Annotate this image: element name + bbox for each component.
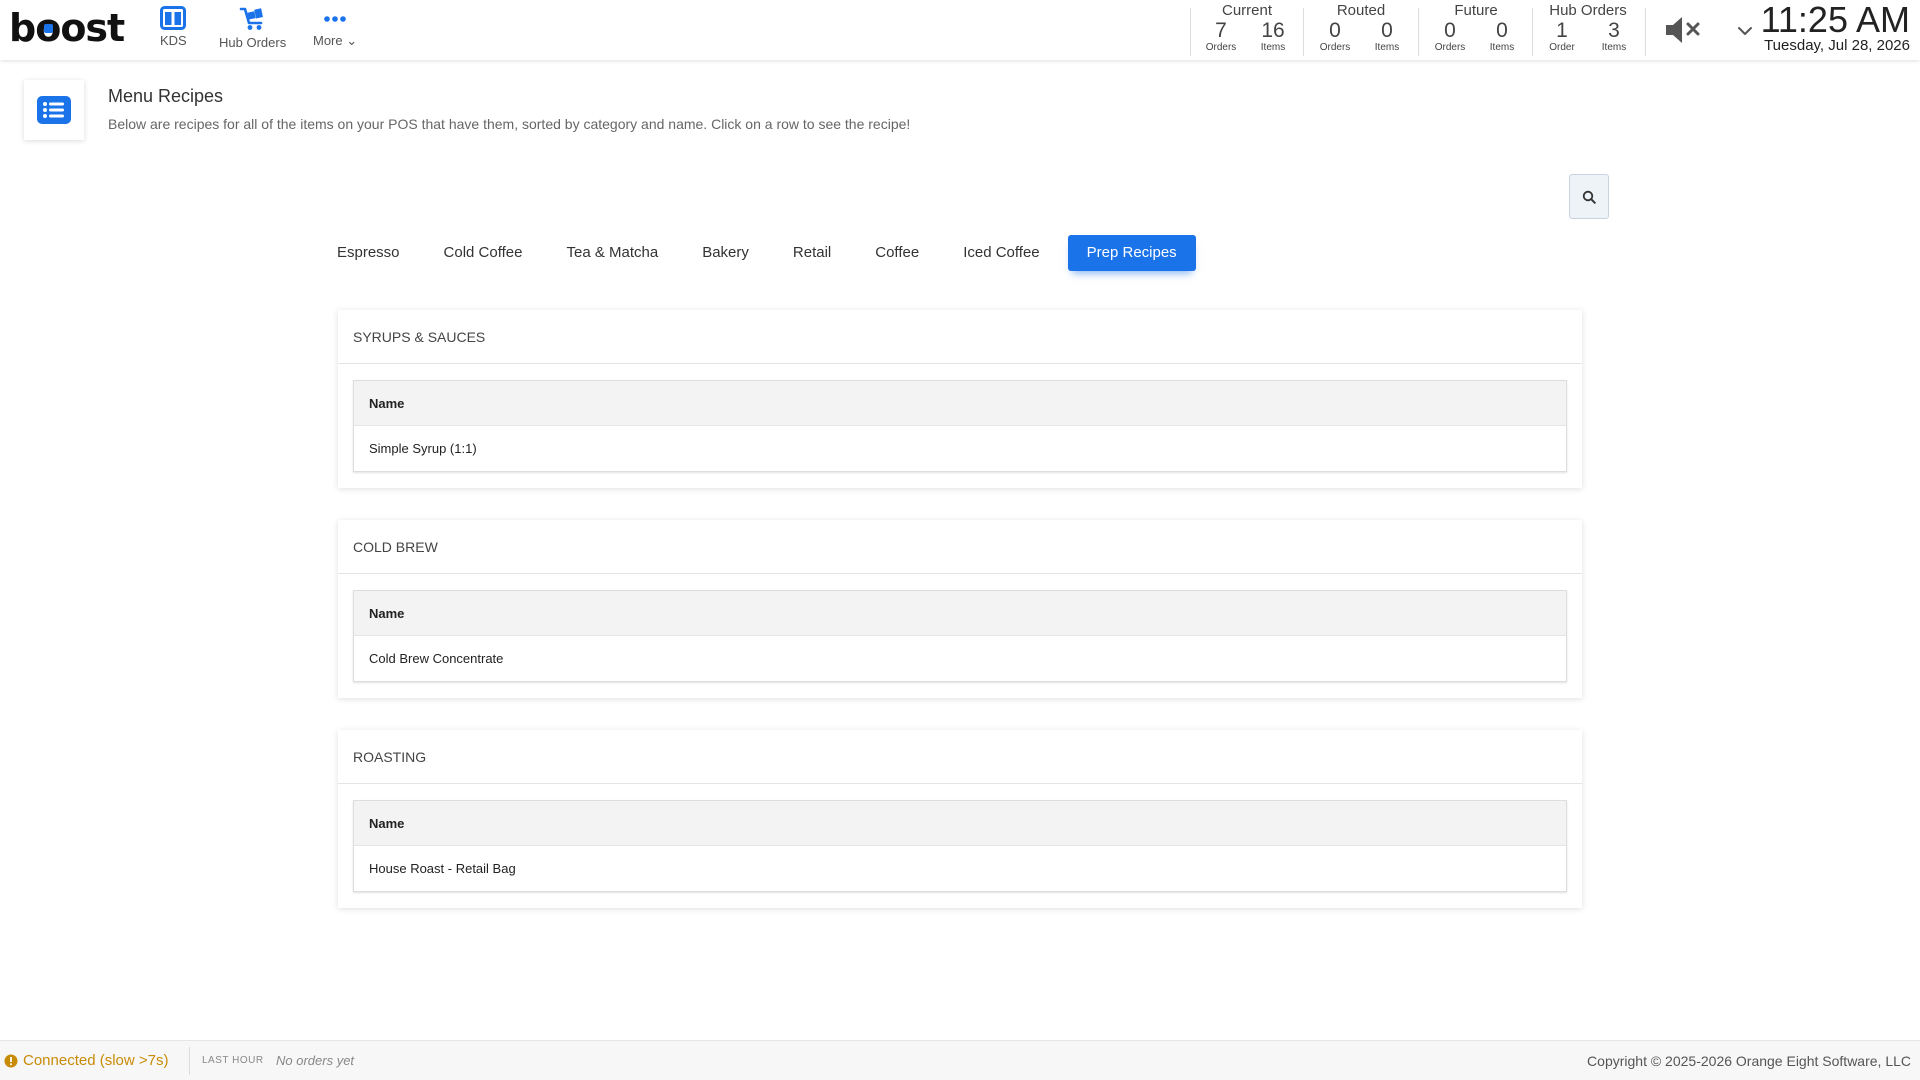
stat-routed[interactable]: Routed 0 Orders 0 Items: [1309, 2, 1413, 54]
tab-retail[interactable]: Retail: [777, 235, 847, 271]
category-tabs: Espresso Cold Coffee Tea & Matcha Bakery…: [321, 235, 1196, 271]
connection-status-text: Connected (slow >7s): [23, 1052, 169, 1069]
stat-future-items-label: Items: [1489, 42, 1515, 53]
stat-hub-items-label: Items: [1601, 42, 1627, 53]
stat-hub-items-value: 3: [1608, 19, 1620, 42]
stat-hub-title: Hub Orders: [1549, 2, 1627, 19]
stat-hub-orders[interactable]: Hub Orders 1 Order 3 Items: [1536, 2, 1640, 54]
nav-more[interactable]: More ⌄: [313, 6, 357, 49]
nav-hub-orders-label: Hub Orders: [219, 35, 287, 50]
speaker-muted-icon: [1666, 17, 1700, 43]
stat-current[interactable]: Current 7 Orders 16 Items: [1195, 2, 1299, 54]
stat-routed-orders-label: Orders: [1319, 42, 1351, 53]
stat-hub-orders-value: 1: [1556, 19, 1568, 42]
settings-dropdown-toggle[interactable]: [1737, 22, 1753, 41]
section-roasting: ROASTING Name House Roast - Retail Bag: [338, 730, 1582, 908]
stat-future-orders-label: Orders: [1434, 42, 1466, 53]
stat-routed-items-label: Items: [1374, 42, 1400, 53]
clock-time: 11:25 AM: [1760, 0, 1910, 40]
nav-more-label: More ⌄: [313, 33, 358, 48]
divider: [1303, 8, 1304, 56]
search-button[interactable]: [1569, 174, 1609, 219]
stat-routed-orders-value: 0: [1329, 19, 1341, 42]
boost-logo[interactable]: boost: [9, 6, 125, 50]
page-description: Below are recipes for all of the items o…: [108, 116, 911, 132]
stat-routed-title: Routed: [1336, 2, 1386, 19]
recipe-table: Name House Roast - Retail Bag: [353, 800, 1567, 892]
nav-hub-orders[interactable]: Hub Orders: [219, 6, 286, 50]
stat-current-orders-value: 7: [1215, 19, 1227, 42]
warning-circle-icon: [4, 1054, 18, 1067]
stat-current-items-value: 16: [1261, 19, 1285, 42]
stat-future-orders-value: 0: [1444, 19, 1456, 42]
tab-cold-coffee[interactable]: Cold Coffee: [428, 235, 539, 271]
stat-current-items-label: Items: [1260, 42, 1286, 53]
recipe-table: Name Simple Syrup (1:1): [353, 380, 1567, 472]
tab-tea-matcha[interactable]: Tea & Matcha: [550, 235, 674, 271]
connection-status[interactable]: Connected (slow >7s): [4, 1052, 169, 1069]
divider: [1418, 8, 1419, 56]
tab-prep-recipes[interactable]: Prep Recipes: [1067, 235, 1196, 271]
nav-kds[interactable]: KDS: [160, 6, 187, 48]
clock-date: Tuesday, Jul 28, 2026: [1764, 37, 1910, 54]
column-header-name[interactable]: Name: [354, 801, 1566, 846]
table-row[interactable]: Simple Syrup (1:1): [354, 426, 1566, 471]
more-dots-icon: [324, 16, 346, 22]
top-bar: boost KDS Hub Orders More ⌄ Current 7 Or…: [0, 0, 1920, 60]
divider: [1645, 8, 1646, 56]
stat-current-orders-label: Orders: [1205, 42, 1237, 53]
clock: 11:25 AM Tuesday, Jul 28, 2026: [1761, 0, 1910, 54]
hub-cart-icon: [239, 7, 263, 30]
last-hour-value: No orders yet: [276, 1053, 355, 1068]
section-syrups-sauces: SYRUPS & SAUCES Name Simple Syrup (1:1): [338, 310, 1582, 488]
page-title: Menu Recipes: [108, 86, 224, 106]
tab-bakery[interactable]: Bakery: [686, 235, 765, 271]
stat-future-items-value: 0: [1496, 19, 1508, 42]
stat-future-title: Future: [1454, 2, 1498, 19]
footer: Connected (slow >7s) LAST HOUR No orders…: [0, 1040, 1920, 1080]
section-title: SYRUPS & SAUCES: [338, 310, 1582, 364]
column-header-name[interactable]: Name: [354, 591, 1566, 636]
column-header-name[interactable]: Name: [354, 381, 1566, 426]
recipe-table: Name Cold Brew Concentrate: [353, 590, 1567, 682]
stat-future[interactable]: Future 0 Orders 0 Items: [1424, 2, 1528, 54]
page-icon: [24, 80, 84, 140]
tab-iced-coffee[interactable]: Iced Coffee: [947, 235, 1055, 271]
copyright: Copyright © 2025-2026 Orange Eight Softw…: [1587, 1053, 1911, 1069]
tab-espresso[interactable]: Espresso: [321, 235, 416, 271]
chevron-down-icon: [1738, 27, 1752, 35]
section-cold-brew: COLD BREW Name Cold Brew Concentrate: [338, 520, 1582, 698]
kds-columns-icon: [160, 6, 187, 30]
mute-button[interactable]: [1664, 16, 1704, 48]
list-icon: [37, 96, 71, 124]
stat-routed-items-value: 0: [1381, 19, 1393, 42]
divider: [1190, 8, 1191, 56]
tab-coffee[interactable]: Coffee: [859, 235, 935, 271]
last-hour-label: LAST HOUR: [202, 1055, 264, 1066]
divider: [1532, 8, 1533, 56]
section-title: COLD BREW: [338, 520, 1582, 574]
table-row[interactable]: House Roast - Retail Bag: [354, 846, 1566, 891]
search-icon: [1582, 190, 1596, 204]
section-title: ROASTING: [338, 730, 1582, 784]
nav-kds-label: KDS: [160, 33, 187, 48]
divider: [189, 1047, 190, 1075]
table-row[interactable]: Cold Brew Concentrate: [354, 636, 1566, 681]
stat-hub-orders-label: Order: [1549, 42, 1575, 53]
stat-current-title: Current: [1221, 2, 1273, 19]
